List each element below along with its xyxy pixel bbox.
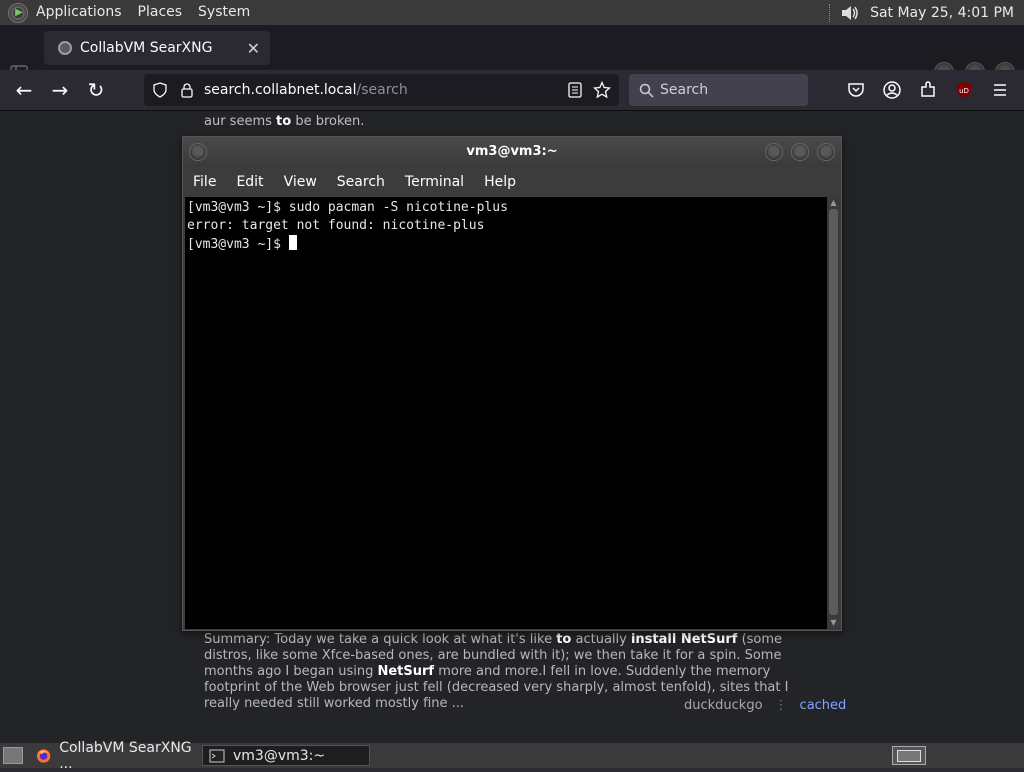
menu-system[interactable]: System <box>190 0 258 25</box>
top-panel: ▶ Applications Places System Sat May 25,… <box>0 0 1024 25</box>
scroll-down-icon[interactable]: ▼ <box>829 618 838 627</box>
extensions-icon[interactable] <box>918 80 938 100</box>
terminal-title: vm3@vm3:~ <box>183 137 841 167</box>
applications-logo-icon[interactable]: ▶ <box>8 2 28 23</box>
tracking-shield-icon[interactable] <box>152 82 168 98</box>
terminal-scrollbar[interactable]: ▲ ▼ <box>827 197 840 629</box>
url-text: search.collabnet.local/search <box>204 82 408 98</box>
url-bar[interactable]: search.collabnet.local/search <box>144 74 619 106</box>
volume-icon[interactable] <box>840 3 860 23</box>
reader-view-icon[interactable] <box>567 82 583 98</box>
hamburger-menu-icon[interactable] <box>990 80 1010 100</box>
panel-separator <box>829 3 832 22</box>
tab-close-icon[interactable]: ✕ <box>247 39 260 58</box>
svg-text:uD: uD <box>959 87 969 95</box>
terminal-menu-edit[interactable]: Edit <box>226 174 273 190</box>
terminal-output[interactable]: [vm3@vm3 ~]$ sudo pacman -S nicotine-plu… <box>185 197 827 629</box>
taskbar-firefox[interactable]: CollabVM SearXNG ... <box>30 740 202 772</box>
workspace-switcher[interactable] <box>892 746 926 765</box>
terminal-window[interactable]: vm3@vm3:~ File Edit View Search Terminal… <box>182 136 842 631</box>
terminal-menu-file[interactable]: File <box>183 174 226 190</box>
taskbar-terminal[interactable]: vm3@vm3:~ <box>202 745 370 766</box>
terminal-menu-view[interactable]: View <box>274 174 327 190</box>
scrollbar-thumb[interactable] <box>829 209 838 615</box>
terminal-menu-terminal[interactable]: Terminal <box>395 174 474 190</box>
terminal-close-button[interactable] <box>817 143 835 161</box>
firefox-icon <box>36 748 51 763</box>
terminal-minimize-button[interactable] <box>765 143 783 161</box>
result-engine: duckduckgo <box>684 698 763 713</box>
result-snippet: aur seems to be broken. <box>204 114 365 129</box>
search-bar[interactable]: Search <box>629 74 808 106</box>
browser-tab[interactable]: CollabVM SearXNG ✕ <box>44 31 270 65</box>
terminal-line: error: target not found: nicotine-plus <box>187 218 485 233</box>
terminal-menu-help[interactable]: Help <box>474 174 526 190</box>
bookmark-star-icon[interactable] <box>593 81 611 99</box>
searxng-favicon-icon <box>58 41 72 55</box>
show-desktop-button[interactable] <box>3 747 23 764</box>
pocket-icon[interactable] <box>846 80 866 100</box>
search-placeholder: Search <box>660 82 709 98</box>
terminal-menu-search[interactable]: Search <box>327 174 395 190</box>
tab-title: CollabVM SearXNG <box>80 40 213 56</box>
back-arrow-icon[interactable]: ← <box>12 78 36 102</box>
result-footer: duckduckgo ⋮ cached <box>684 698 846 713</box>
lock-icon[interactable] <box>180 82 194 98</box>
terminal-menu-button[interactable] <box>189 143 207 161</box>
footer-separator: ⋮ <box>774 698 788 713</box>
browser-navbar: ← → ↻ search.collabnet.local/search Sear… <box>0 70 1024 111</box>
cached-link[interactable]: cached <box>800 698 847 713</box>
terminal-line: [vm3@vm3 ~]$ sudo pacman -S nicotine-plu… <box>187 200 508 215</box>
search-icon <box>639 83 654 98</box>
terminal-maximize-button[interactable] <box>791 143 809 161</box>
reload-icon[interactable]: ↻ <box>84 78 108 102</box>
scroll-up-icon[interactable]: ▲ <box>829 198 838 207</box>
account-icon[interactable] <box>882 80 902 100</box>
terminal-prompt-line: [vm3@vm3 ~]$ <box>187 235 825 254</box>
menu-places[interactable]: Places <box>130 0 191 25</box>
forward-arrow-icon[interactable]: → <box>48 78 72 102</box>
menu-applications[interactable]: Applications <box>28 0 130 25</box>
browser-tab-strip: CollabVM SearXNG ✕ <box>0 25 1024 82</box>
bottom-taskbar: CollabVM SearXNG ... vm3@vm3:~ <box>0 740 1024 772</box>
ublock-origin-icon[interactable]: uD <box>954 80 974 100</box>
terminal-icon <box>209 749 225 762</box>
terminal-menubar: File Edit View Search Terminal Help <box>183 167 841 196</box>
terminal-cursor <box>288 235 297 250</box>
panel-clock[interactable]: Sat May 25, 4:01 PM <box>870 5 1024 21</box>
